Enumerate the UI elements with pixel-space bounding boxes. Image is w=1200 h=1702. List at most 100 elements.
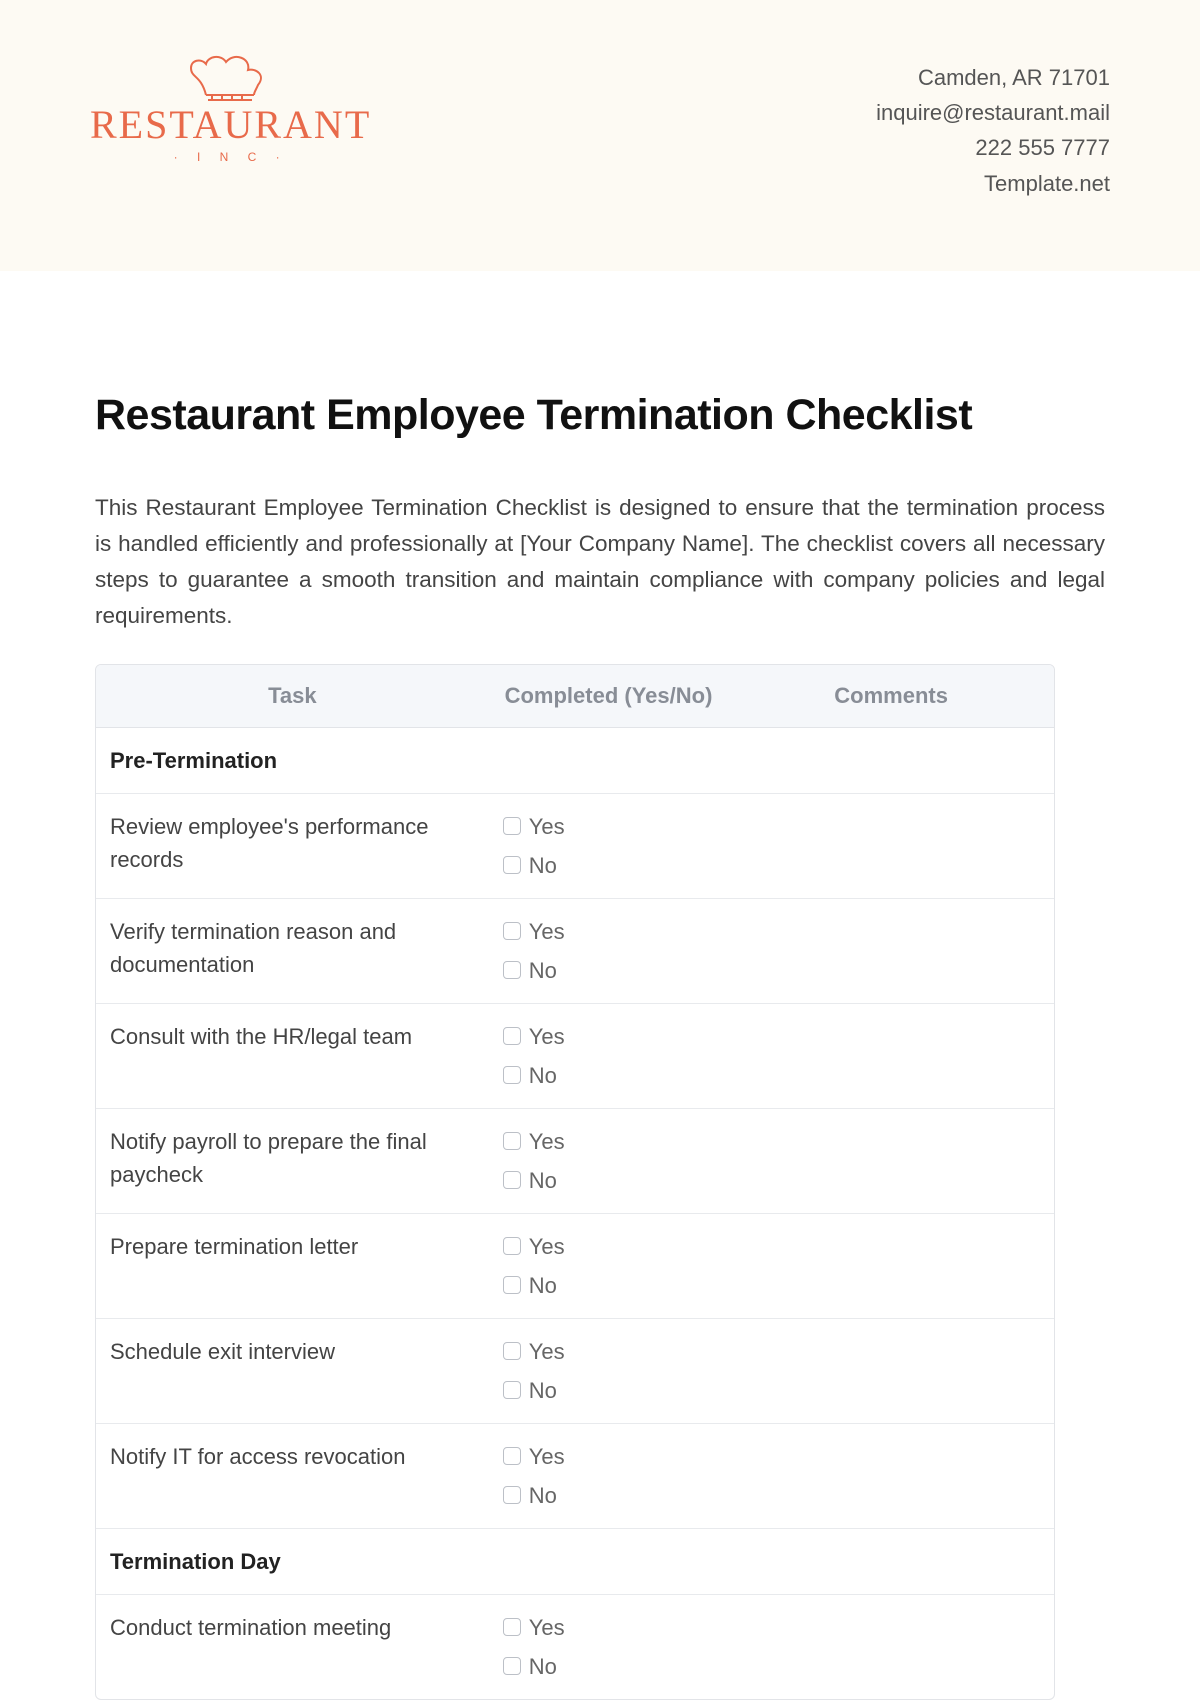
logo-main-text: RESTAURANT <box>90 101 371 148</box>
no-option[interactable]: No <box>503 1479 715 1512</box>
intro-paragraph: This Restaurant Employee Termination Che… <box>95 490 1105 634</box>
logo: RESTAURANT · I N C · <box>90 50 371 164</box>
header-band: RESTAURANT · I N C · Camden, AR 71701 in… <box>0 0 1200 271</box>
task-label: Notify payroll to prepare the final payc… <box>96 1108 489 1213</box>
no-option[interactable]: No <box>503 1164 715 1197</box>
table-row: Consult with the HR/legal team Yes No <box>96 1003 1054 1108</box>
table-row: Conduct termination meeting Yes No <box>96 1594 1054 1699</box>
no-option[interactable]: No <box>503 1650 715 1683</box>
yes-option[interactable]: Yes <box>503 1440 715 1473</box>
yes-option[interactable]: Yes <box>503 810 715 843</box>
no-label: No <box>529 1164 557 1197</box>
comments-cell[interactable] <box>728 1423 1054 1528</box>
checkbox-icon[interactable] <box>503 817 521 835</box>
checkbox-icon[interactable] <box>503 1342 521 1360</box>
checklist-table-wrap: Task Completed (Yes/No) Comments Pre-Ter… <box>95 664 1055 1700</box>
no-label: No <box>529 849 557 882</box>
checklist-table: Task Completed (Yes/No) Comments Pre-Ter… <box>96 665 1054 1699</box>
yes-option[interactable]: Yes <box>503 1230 715 1263</box>
checkbox-icon[interactable] <box>503 1657 521 1675</box>
checkbox-icon[interactable] <box>503 961 521 979</box>
table-row: Notify IT for access revocation Yes No <box>96 1423 1054 1528</box>
completed-cell: Yes No <box>489 898 729 1003</box>
checkbox-icon[interactable] <box>503 1618 521 1636</box>
checkbox-icon[interactable] <box>503 1066 521 1084</box>
task-label: Notify IT for access revocation <box>96 1423 489 1528</box>
checkbox-icon[interactable] <box>503 1486 521 1504</box>
checkbox-icon[interactable] <box>503 1276 521 1294</box>
section-label: Pre-Termination <box>96 727 489 793</box>
no-label: No <box>529 1059 557 1092</box>
yes-label: Yes <box>529 1230 565 1263</box>
table-row: Verify termination reason and documentat… <box>96 898 1054 1003</box>
completed-cell: Yes No <box>489 1108 729 1213</box>
table-row: Prepare termination letter Yes No <box>96 1213 1054 1318</box>
task-label: Review employee's performance records <box>96 793 489 898</box>
cell-empty <box>489 727 729 793</box>
completed-cell: Yes No <box>489 1423 729 1528</box>
yes-label: Yes <box>529 1611 565 1644</box>
comments-cell[interactable] <box>728 1108 1054 1213</box>
chef-hat-icon <box>176 50 286 105</box>
comments-cell[interactable] <box>728 1003 1054 1108</box>
checkbox-icon[interactable] <box>503 1237 521 1255</box>
section-label: Termination Day <box>96 1528 489 1594</box>
no-option[interactable]: No <box>503 849 715 882</box>
no-option[interactable]: No <box>503 1269 715 1302</box>
comments-cell[interactable] <box>728 898 1054 1003</box>
yes-option[interactable]: Yes <box>503 1611 715 1644</box>
comments-cell[interactable] <box>728 1318 1054 1423</box>
yes-option[interactable]: Yes <box>503 1335 715 1368</box>
no-label: No <box>529 1479 557 1512</box>
no-option[interactable]: No <box>503 1059 715 1092</box>
checkbox-icon[interactable] <box>503 1381 521 1399</box>
content: Restaurant Employee Termination Checklis… <box>0 271 1200 1700</box>
checkbox-icon[interactable] <box>503 922 521 940</box>
checkbox-icon[interactable] <box>503 1027 521 1045</box>
yes-option[interactable]: Yes <box>503 915 715 948</box>
contact-address: Camden, AR 71701 <box>876 60 1110 95</box>
page-title: Restaurant Employee Termination Checklis… <box>95 391 1105 440</box>
col-completed: Completed (Yes/No) <box>489 665 729 728</box>
completed-cell: Yes No <box>489 793 729 898</box>
table-row: Pre-Termination <box>96 727 1054 793</box>
table-row: Review employee's performance recordsYes… <box>96 793 1054 898</box>
completed-cell: Yes No <box>489 1318 729 1423</box>
no-label: No <box>529 1374 557 1407</box>
completed-cell: Yes No <box>489 1594 729 1699</box>
cell-empty <box>728 1528 1054 1594</box>
task-label: Conduct termination meeting <box>96 1594 489 1699</box>
checkbox-icon[interactable] <box>503 1132 521 1150</box>
cell-empty <box>489 1528 729 1594</box>
completed-cell: Yes No <box>489 1003 729 1108</box>
yes-label: Yes <box>529 1020 565 1053</box>
yes-label: Yes <box>529 1440 565 1473</box>
col-task: Task <box>96 665 489 728</box>
contact-block: Camden, AR 71701 inquire@restaurant.mail… <box>876 50 1110 201</box>
yes-label: Yes <box>529 1125 565 1158</box>
task-label: Prepare termination letter <box>96 1213 489 1318</box>
checkbox-icon[interactable] <box>503 856 521 874</box>
comments-cell[interactable] <box>728 1594 1054 1699</box>
no-option[interactable]: No <box>503 1374 715 1407</box>
no-option[interactable]: No <box>503 954 715 987</box>
yes-label: Yes <box>529 810 565 843</box>
checkbox-icon[interactable] <box>503 1447 521 1465</box>
table-row: Termination Day <box>96 1528 1054 1594</box>
completed-cell: Yes No <box>489 1213 729 1318</box>
contact-email: inquire@restaurant.mail <box>876 95 1110 130</box>
yes-label: Yes <box>529 1335 565 1368</box>
table-row: Notify payroll to prepare the final payc… <box>96 1108 1054 1213</box>
contact-phone: 222 555 7777 <box>876 130 1110 165</box>
yes-option[interactable]: Yes <box>503 1020 715 1053</box>
task-label: Consult with the HR/legal team <box>96 1003 489 1108</box>
comments-cell[interactable] <box>728 793 1054 898</box>
logo-sub-text: · I N C · <box>174 150 288 164</box>
yes-option[interactable]: Yes <box>503 1125 715 1158</box>
no-label: No <box>529 1269 557 1302</box>
no-label: No <box>529 1650 557 1683</box>
checkbox-icon[interactable] <box>503 1171 521 1189</box>
comments-cell[interactable] <box>728 1213 1054 1318</box>
col-comments: Comments <box>728 665 1054 728</box>
table-row: Schedule exit interviewYesNo <box>96 1318 1054 1423</box>
